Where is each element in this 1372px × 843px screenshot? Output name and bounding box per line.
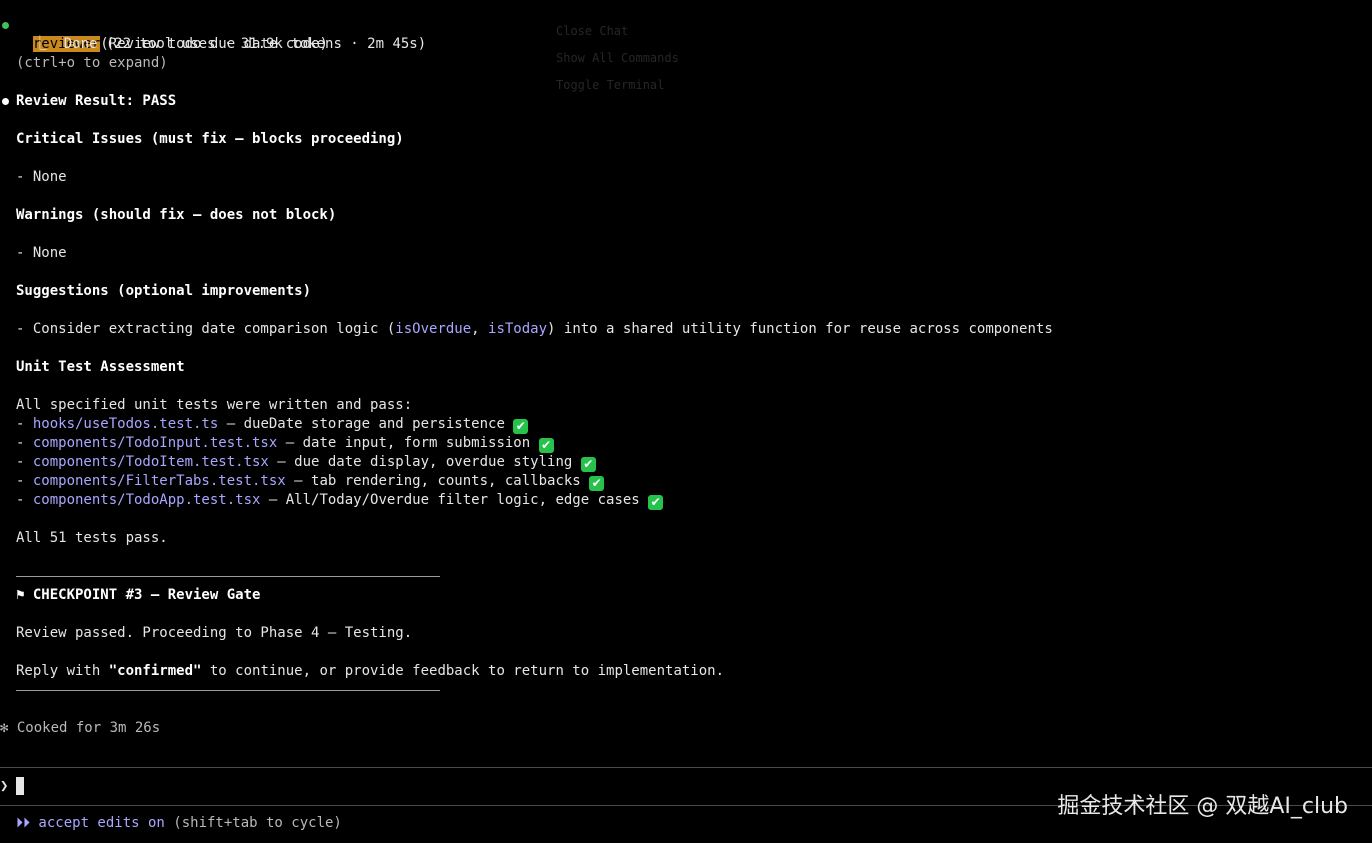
code-is-today: isToday — [488, 321, 548, 337]
expand-hint[interactable]: (ctrl+o to expand) — [16, 54, 168, 73]
test-item: - components/TodoItem.test.tsx — due dat… — [16, 453, 596, 472]
agent-status-dot-icon — [2, 22, 9, 29]
test-item: - hooks/useTodos.test.ts — dueDate stora… — [16, 415, 529, 434]
suggestion-item: - Consider extracting date comparison lo… — [16, 320, 1053, 339]
checkpoint-reply: Reply with "confirmed" to continue, or p… — [16, 662, 724, 681]
reply-prefix: Reply with — [16, 663, 109, 679]
result-bullet-icon — [2, 98, 9, 105]
cooked-time: ✻ Cooked for 3m 26s — [0, 720, 161, 736]
prompt-caret-icon: ❯ — [0, 778, 9, 794]
list-dash: - — [16, 454, 33, 470]
check-icon: ✔ — [648, 495, 664, 510]
check-icon: ✔ — [513, 419, 529, 434]
review-result: Review Result: PASS — [16, 93, 177, 109]
agent-status: ⎿ Done (22 tool uses · 31.9k tokens · 2m… — [16, 35, 426, 54]
list-dash: - — [16, 473, 33, 489]
ghost-text-show-commands: Show All Commands — [556, 51, 679, 65]
test-item: - components/FilterTabs.test.tsx — tab r… — [16, 472, 605, 491]
prompt-input[interactable] — [16, 777, 24, 795]
mode-indicator[interactable]: ⏵⏵ accept edits on (shift+tab to cycle) — [16, 814, 342, 833]
agent-header[interactable]: reviewer(Review todo due date code) — [16, 16, 328, 52]
reply-suffix: to continue, or provide feedback to retu… — [201, 663, 725, 679]
unit-test-intro: All specified unit tests were written an… — [16, 397, 413, 413]
list-dash: - — [16, 416, 33, 432]
test-desc: — date input, form submission — [277, 435, 539, 451]
checkpoint-message: Review passed. Proceeding to Phase 4 — T… — [16, 625, 413, 641]
agent-status-text: Done (22 tool uses · 31.9k tokens · 2m 4… — [63, 36, 427, 52]
checkpoint-bottom-divider — [16, 690, 440, 691]
mode-label: accept edits on — [30, 815, 165, 831]
warnings-item: - None — [16, 245, 67, 261]
code-is-overdue: isOverdue — [395, 321, 472, 337]
test-desc: — All/Today/Overdue filter logic, edge c… — [260, 492, 649, 508]
test-desc: — dueDate storage and persistence — [218, 416, 514, 432]
watermark: 掘金技术社区 @ 双越AI_club — [1057, 794, 1348, 819]
test-file: components/TodoApp.test.tsx — [32, 492, 261, 508]
critical-heading: Critical Issues (must fix — blocks proce… — [16, 131, 404, 147]
suggestion-suffix: ) into a shared utility function for reu… — [547, 321, 1053, 337]
tests-summary: All 51 tests pass. — [16, 530, 168, 546]
list-dash: - — [16, 435, 33, 451]
test-file: components/FilterTabs.test.tsx — [32, 473, 286, 489]
mode-hint: (shift+tab to cycle) — [164, 815, 342, 831]
checkpoint-top-divider — [16, 576, 440, 577]
test-item: - components/TodoApp.test.tsx — All/Toda… — [16, 491, 664, 510]
test-desc: — due date display, overdue styling — [268, 454, 581, 470]
test-file: hooks/useTodos.test.ts — [32, 416, 219, 432]
checkpoint-title: ⚑ CHECKPOINT #3 — Review Gate — [16, 587, 261, 603]
fast-forward-icon: ⏵⏵ — [16, 815, 30, 831]
test-file: components/TodoInput.test.tsx — [32, 435, 278, 451]
check-icon: ✔ — [589, 476, 605, 491]
check-icon: ✔ — [580, 457, 596, 472]
check-icon: ✔ — [538, 438, 554, 453]
suggestion-sep: , — [471, 321, 489, 337]
suggestion-prefix: - Consider extracting date comparison lo… — [16, 321, 396, 337]
warnings-heading: Warnings (should fix — does not block) — [16, 207, 337, 223]
reply-keyword: "confirmed" — [108, 663, 202, 679]
unit-test-heading: Unit Test Assessment — [16, 359, 185, 375]
ghost-text-close-chat: Close Chat — [556, 24, 629, 38]
prompt-top-border — [0, 767, 1372, 768]
test-desc: — tab rendering, counts, callbacks — [285, 473, 590, 489]
suggestions-heading: Suggestions (optional improvements) — [16, 283, 312, 299]
ghost-text-toggle-terminal: Toggle Terminal — [556, 78, 665, 92]
test-item: - components/TodoInput.test.tsx — date i… — [16, 434, 554, 453]
list-dash: - — [16, 492, 33, 508]
test-file: components/TodoItem.test.tsx — [32, 454, 269, 470]
critical-item: - None — [16, 169, 67, 185]
tree-branch-icon: ⎿ — [16, 36, 64, 52]
